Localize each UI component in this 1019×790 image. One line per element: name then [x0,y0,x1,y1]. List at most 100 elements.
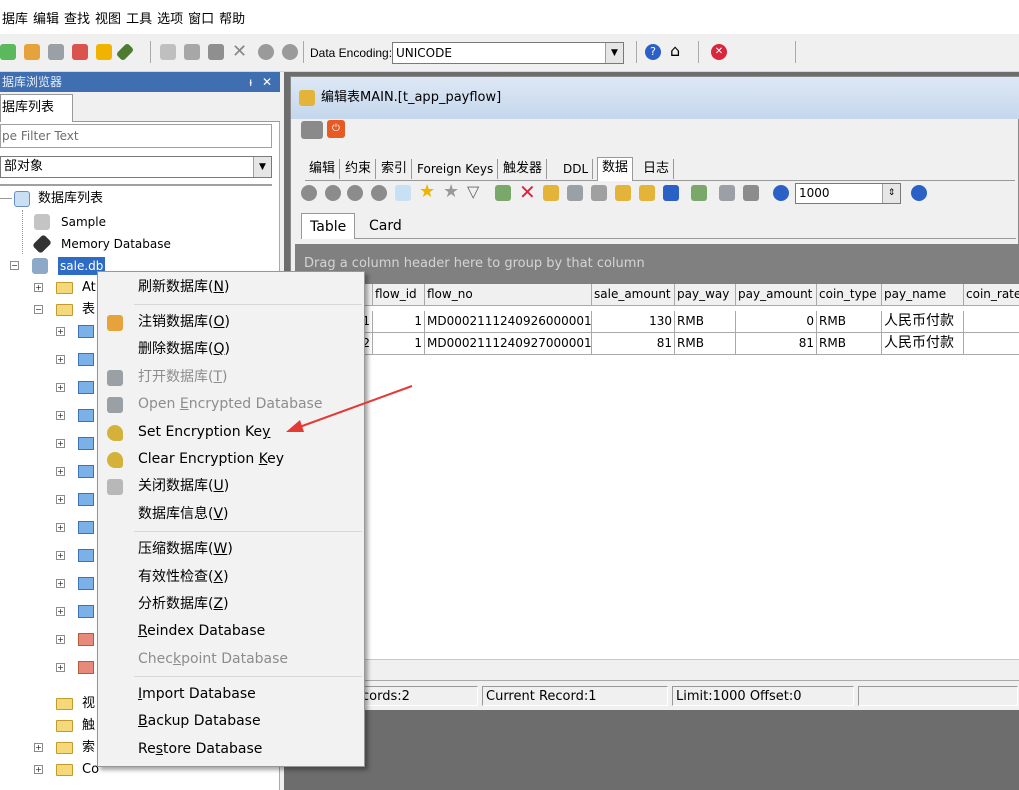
export-icon[interactable] [691,185,707,201]
menu-item-checkpoint[interactable]: Checkpoint Database [98,646,364,673]
menu-item-refresh[interactable]: 刷新数据库(N) [98,274,364,301]
refresh-icon[interactable] [615,185,631,201]
delete-record-icon[interactable]: ✕ [519,182,536,202]
group-by-bar[interactable]: Drag a column header here to group by th… [295,244,1019,284]
menu-tools[interactable]: 工具 [124,8,155,27]
search-icon[interactable] [395,185,411,201]
add-record-icon[interactable] [543,185,559,201]
horizontal-scrollbar[interactable] [290,659,1019,680]
first-icon[interactable] [301,185,317,201]
column-header[interactable]: flow_no [425,284,592,306]
back-icon[interactable] [258,44,274,60]
object-filter-select[interactable]: 部对象 ▼ [0,156,272,178]
tab-log[interactable]: 日志 [639,159,675,179]
column-header[interactable]: coin_type [817,284,882,306]
menu-options[interactable]: 选项 [155,8,186,27]
tab-triggers[interactable]: 触发器 [499,159,548,179]
last-icon[interactable] [371,185,387,201]
column-header[interactable]: pay_name [882,284,964,306]
menu-find[interactable]: 查找 [62,8,93,27]
tab-constraints[interactable]: 约束 [341,159,377,179]
collapse-icon[interactable]: − [34,305,43,314]
grid-icon[interactable] [301,121,323,139]
limit-next-icon[interactable] [911,185,927,201]
stop-icon[interactable]: ✕ [711,44,727,60]
tab-card[interactable]: Card [367,213,404,239]
pen-icon[interactable] [115,42,135,62]
star-outline-icon[interactable]: ★ [443,183,459,201]
table-cell[interactable]: RMB [817,311,882,333]
pin-icon[interactable]: ᵼ [249,72,252,92]
copy-icon[interactable] [184,44,200,60]
tab-table[interactable]: Table [301,213,356,239]
save-icon[interactable] [663,185,679,201]
forward-icon[interactable] [282,44,298,60]
home-icon[interactable]: ⌂ [670,43,686,59]
menu-database[interactable]: 据库 [0,8,31,27]
add-db-icon[interactable] [0,44,16,60]
edit-record-icon[interactable] [567,185,583,201]
limit-input[interactable]: 1000 ⇕ [795,183,901,204]
menu-item-compact[interactable]: 压缩数据库(W) [98,536,364,563]
table-cell[interactable]: 130 [592,311,675,333]
table-cell[interactable]: 0 [736,311,817,333]
prev-icon[interactable] [325,185,341,201]
table-cell[interactable]: MD0002111240927000001 [425,333,592,355]
paste-icon[interactable] [208,44,224,60]
next-icon[interactable] [347,185,363,201]
key-icon[interactable] [96,44,112,60]
table-cell[interactable]: 1 [373,311,425,333]
menu-item-clear-encryption-key[interactable]: Clear Encryption Key [98,446,364,473]
menu-item-analyze[interactable]: 分析数据库(Z) [98,591,364,618]
print-icon[interactable] [743,185,759,201]
menu-item-info[interactable]: 数据库信息(V) [98,501,364,528]
filter-input[interactable]: pe Filter Text [0,124,272,148]
table-cell[interactable]: 人民币付款 [882,311,964,333]
menu-help[interactable]: 帮助 [217,8,248,27]
table-cell[interactable]: 81 [736,333,817,355]
menu-item-import[interactable]: Import Database [98,681,364,708]
copy-record-icon[interactable] [495,185,511,201]
table-cell[interactable]: 1 [964,311,1019,333]
expand-icon[interactable]: + [34,283,43,292]
tab-foreign-keys[interactable]: Foreign Keys [413,159,499,179]
table-cell[interactable]: MD0002111240926000001 [425,311,592,333]
funnel-icon[interactable]: ▽ [467,184,483,200]
import-icon[interactable] [639,185,655,201]
delete-icon[interactable]: ✕ [232,43,248,61]
tab-edit[interactable]: 编辑 [305,159,341,179]
tab-indexes[interactable]: 索引 [377,159,413,179]
column-header[interactable]: flow_id [373,284,425,306]
close-icon[interactable]: ✕ [262,72,272,92]
open-db-icon[interactable] [48,44,64,60]
column-header[interactable]: pay_way [675,284,736,306]
table-cell[interactable]: 人民币付款 [882,333,964,355]
table-cell[interactable]: 1 [964,333,1019,355]
column-header[interactable]: sale_amount [592,284,675,306]
tab-database-list[interactable]: 据库列表 [0,94,73,122]
table-cell[interactable]: RMB [675,333,736,355]
menu-edit[interactable]: 编辑 [31,8,62,27]
menu-item-close[interactable]: 关闭数据库(U) [98,473,364,500]
collapse-icon[interactable]: − [10,261,19,270]
spinner-icon[interactable]: ⇕ [882,184,900,203]
menu-item-backup[interactable]: Backup Database [98,708,364,735]
star-icon[interactable]: ★ [419,183,435,201]
tab-ddl[interactable]: DDL [559,159,594,179]
expand-icon[interactable]: + [34,743,43,752]
table-cell[interactable]: RMB [817,333,882,355]
menu-item-reindex[interactable]: Reindex Database [98,618,364,645]
cancel-icon[interactable] [591,185,607,201]
help-icon[interactable]: ? [645,44,661,60]
preview-icon[interactable] [719,185,735,201]
column-header[interactable]: pay_amount [736,284,817,306]
cut-icon[interactable] [160,44,176,60]
encoding-select[interactable]: UNICODE ▼ [392,42,624,64]
menu-item-integrity-check[interactable]: 有效性检查(X) [98,564,364,591]
menu-window[interactable]: 窗口 [186,8,217,27]
filter-icon[interactable] [72,44,88,60]
limit-prev-icon[interactable] [773,185,789,201]
table-cell[interactable]: 81 [592,333,675,355]
expand-icon[interactable]: + [34,765,43,774]
menu-item-unregister[interactable]: 注销数据库(O) [98,309,364,336]
